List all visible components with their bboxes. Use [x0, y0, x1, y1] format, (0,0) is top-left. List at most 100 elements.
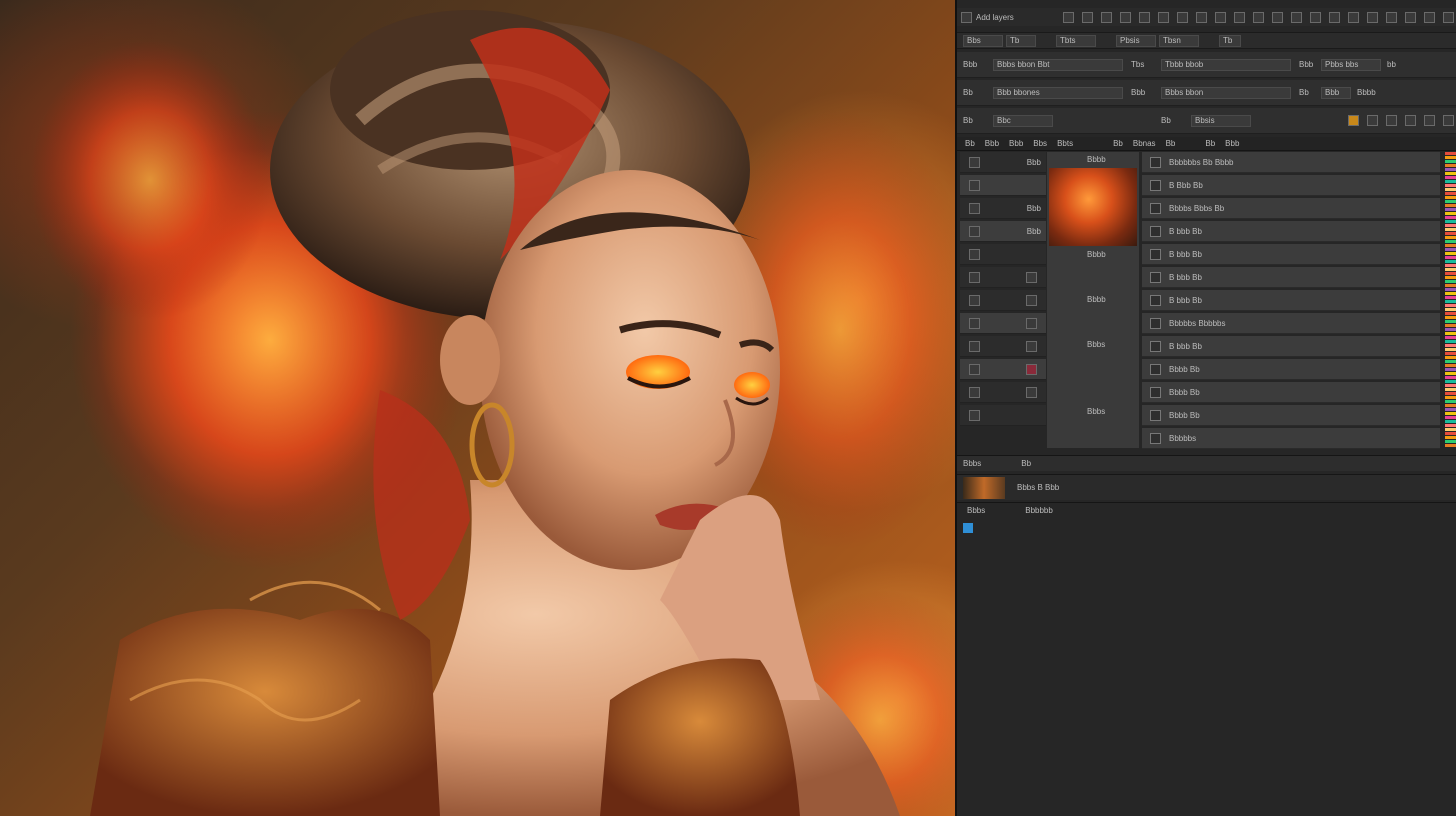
list-item[interactable]: Bbbb Bb [1142, 405, 1440, 426]
tool-icon[interactable] [1405, 11, 1416, 23]
option-field[interactable]: Pbsis [1116, 34, 1156, 47]
tool-icon[interactable] [1443, 11, 1454, 23]
property-field[interactable]: Bbsis [1191, 114, 1251, 127]
tab[interactable]: Bbts [1057, 139, 1073, 148]
tab[interactable]: Bb [965, 139, 975, 148]
color-chip [1445, 352, 1456, 355]
tool-icon[interactable] [1386, 115, 1397, 126]
list-item[interactable]: Bbbbbs Bbbbbs [1142, 313, 1440, 334]
lock-icon[interactable] [1348, 115, 1359, 126]
option-field[interactable]: Tb [1006, 34, 1036, 47]
option-field[interactable]: Tbts [1056, 34, 1096, 47]
tool-icon[interactable] [1348, 11, 1359, 23]
tool-icon[interactable] [1272, 11, 1283, 23]
property-field[interactable]: Tbbb bbob [1161, 58, 1291, 71]
visibility-icon[interactable] [1150, 248, 1161, 260]
tool-icon[interactable] [1424, 11, 1435, 23]
tab[interactable]: Bbs [1033, 139, 1047, 148]
tool-row[interactable] [960, 313, 1046, 334]
tab[interactable]: Bb [1113, 139, 1123, 148]
property-field[interactable]: Bbb [1321, 86, 1351, 99]
tool-icon[interactable] [1443, 115, 1454, 126]
color-swatch[interactable] [963, 523, 973, 533]
history-row[interactable]: Bbbs B Bbb [957, 474, 1456, 500]
visibility-icon[interactable] [1150, 225, 1161, 237]
tool-row[interactable] [960, 405, 1046, 426]
list-item[interactable]: Bbbbbs [1142, 428, 1440, 449]
visibility-icon[interactable] [1150, 294, 1161, 306]
layer-name: Bbbbbs [1169, 433, 1197, 443]
visibility-icon[interactable] [1150, 202, 1161, 214]
property-field[interactable]: Bbbs bbon [1161, 86, 1291, 99]
tool-row[interactable] [960, 359, 1046, 380]
tool-icon[interactable] [1158, 11, 1169, 23]
color-chip [1445, 296, 1456, 299]
visibility-icon[interactable] [1150, 156, 1161, 168]
color-chip [1445, 308, 1456, 311]
visibility-icon[interactable] [1150, 432, 1161, 444]
list-item[interactable]: B bbb Bb [1142, 244, 1440, 265]
tab[interactable]: Bb [1205, 139, 1215, 148]
visibility-icon[interactable] [1150, 340, 1161, 352]
tool-row[interactable]: Bbb [960, 152, 1046, 173]
tool-row[interactable]: Bbb [960, 221, 1046, 242]
tool-row[interactable] [960, 267, 1046, 288]
tool-row[interactable] [960, 175, 1046, 196]
tool-icon[interactable] [1329, 11, 1340, 23]
tool-icon[interactable] [1196, 11, 1207, 23]
tab[interactable]: Bb [1166, 139, 1176, 148]
property-field[interactable]: Bbc [993, 114, 1053, 127]
tool-icon[interactable] [1367, 115, 1378, 126]
tool-icon[interactable] [1215, 11, 1226, 23]
tool-icon[interactable] [1367, 11, 1378, 23]
list-item[interactable]: B bbb Bb [1142, 336, 1440, 357]
property-field[interactable]: Pbbs bbs [1321, 58, 1381, 71]
tool-icon[interactable] [1063, 11, 1074, 23]
visibility-icon[interactable] [1150, 363, 1161, 375]
list-item[interactable]: Bbbb Bb [1142, 359, 1440, 380]
tool-icon[interactable] [1082, 11, 1093, 23]
tab[interactable]: Bbnas [1133, 139, 1156, 148]
tool-icon[interactable] [1310, 11, 1321, 23]
tool-icon[interactable] [1101, 11, 1112, 23]
tab[interactable]: Bbb [1009, 139, 1023, 148]
tool-row[interactable]: Bbb [960, 198, 1046, 219]
list-item[interactable]: B bbb Bb [1142, 290, 1440, 311]
visibility-icon[interactable] [1150, 271, 1161, 283]
tool-icon[interactable] [1424, 115, 1435, 126]
color-chip [1445, 244, 1456, 247]
property-field[interactable]: Bbbs bbon Bbt [993, 58, 1123, 71]
canvas[interactable] [0, 0, 955, 816]
tool-icon[interactable] [1405, 115, 1416, 126]
tool-icon[interactable] [1139, 11, 1150, 23]
tool-row[interactable] [960, 382, 1046, 403]
layer-thumbnail[interactable] [1049, 168, 1137, 246]
visibility-icon[interactable] [1150, 386, 1161, 398]
list-item[interactable]: Bbbb Bb [1142, 382, 1440, 403]
list-item[interactable]: B bbb Bb [1142, 267, 1440, 288]
tool-row[interactable] [960, 336, 1046, 357]
tab[interactable]: Bbb [1225, 139, 1239, 148]
option-field[interactable]: Tbsn [1159, 34, 1199, 47]
tool-icon[interactable] [1120, 11, 1131, 23]
tool-row[interactable] [960, 290, 1046, 311]
option-field[interactable]: Tb [1219, 34, 1241, 47]
list-item[interactable]: B bbb Bb [1142, 221, 1440, 242]
option-field[interactable]: Bbs [963, 34, 1003, 47]
tool-row[interactable] [960, 244, 1046, 265]
close-icon[interactable] [961, 11, 972, 23]
list-item[interactable]: Bbbbbbs Bb Bbbb [1142, 152, 1440, 173]
list-item[interactable]: B Bbb Bb [1142, 175, 1440, 196]
visibility-icon[interactable] [1150, 179, 1161, 191]
tool-icon[interactable] [1291, 11, 1302, 23]
tool-icon[interactable] [1253, 11, 1264, 23]
tab[interactable]: Bbb [985, 139, 999, 148]
tool-icon[interactable] [1177, 11, 1188, 23]
tool-icon[interactable] [1386, 11, 1397, 23]
visibility-icon[interactable] [1150, 409, 1161, 421]
property-field[interactable]: Bbb bbones [993, 86, 1123, 99]
color-chip [1445, 372, 1456, 375]
tool-icon[interactable] [1234, 11, 1245, 23]
list-item[interactable]: Bbbbs Bbbs Bb [1142, 198, 1440, 219]
visibility-icon[interactable] [1150, 317, 1161, 329]
